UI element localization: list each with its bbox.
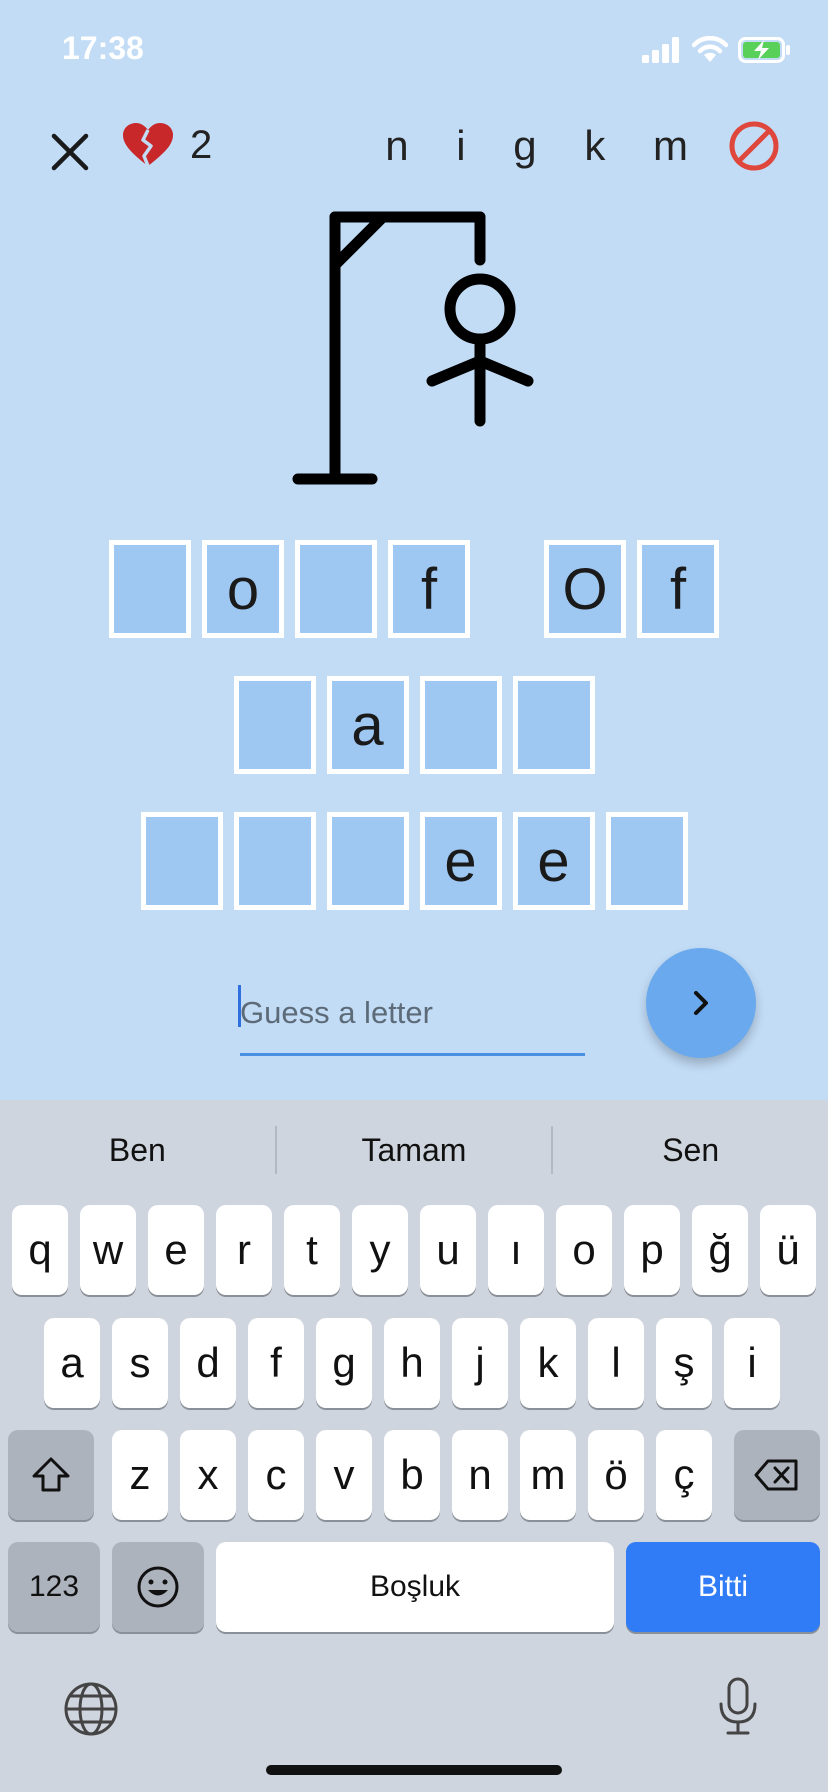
- key[interactable]: o: [556, 1205, 612, 1295]
- key[interactable]: i: [724, 1318, 780, 1408]
- key[interactable]: t: [284, 1205, 340, 1295]
- key[interactable]: ü: [760, 1205, 816, 1295]
- suggestion-item[interactable]: Sen: [553, 1100, 828, 1200]
- letter-tile: [326, 812, 409, 910]
- letter-tile: [512, 676, 595, 774]
- emoji-key[interactable]: [112, 1542, 204, 1632]
- key[interactable]: j: [452, 1318, 508, 1408]
- signal-icon: [642, 37, 679, 63]
- lives-count: 2: [190, 122, 213, 167]
- home-indicator: [266, 1765, 562, 1775]
- word-line-3: e e: [0, 812, 828, 910]
- suggestion-item[interactable]: Ben: [0, 1100, 275, 1200]
- battery-charging-icon: [738, 37, 790, 63]
- letter-tile: f: [637, 540, 719, 638]
- letter-tile: o: [202, 540, 284, 638]
- key[interactable]: m: [520, 1430, 576, 1520]
- hangman-drawing: [292, 211, 534, 485]
- key[interactable]: g: [316, 1318, 372, 1408]
- key[interactable]: b: [384, 1430, 440, 1520]
- guess-field: [238, 975, 585, 1056]
- keyboard: Ben Tamam Sen q w e r t y u ı o p ğ ü a …: [0, 1100, 828, 1792]
- word-line-2: a: [0, 676, 828, 774]
- key[interactable]: v: [316, 1430, 372, 1520]
- key[interactable]: z: [112, 1430, 168, 1520]
- key[interactable]: ö: [588, 1430, 644, 1520]
- key[interactable]: a: [44, 1318, 100, 1408]
- key[interactable]: h: [384, 1318, 440, 1408]
- letter-tile: [233, 812, 316, 910]
- status-time: 17:38: [62, 30, 144, 66]
- letter-tile: [605, 812, 688, 910]
- submit-guess-button[interactable]: [646, 948, 756, 1058]
- done-key[interactable]: Bitti: [626, 1542, 820, 1632]
- key[interactable]: y: [352, 1205, 408, 1295]
- key[interactable]: x: [180, 1430, 236, 1520]
- letter-tile: e: [512, 812, 595, 910]
- missed-letters-area: n i g k m: [385, 120, 780, 172]
- status-bar: 17:38: [0, 0, 828, 100]
- backspace-icon: [754, 1459, 798, 1491]
- key[interactable]: ş: [656, 1318, 712, 1408]
- letter-tile: [295, 540, 377, 638]
- key[interactable]: d: [180, 1318, 236, 1408]
- guess-input[interactable]: [240, 983, 585, 1043]
- status-icons: [642, 36, 792, 64]
- key[interactable]: n: [452, 1430, 508, 1520]
- word-gap: [481, 540, 533, 638]
- letter-tile: [419, 676, 502, 774]
- wifi-icon: [692, 36, 728, 62]
- key[interactable]: q: [12, 1205, 68, 1295]
- space-key[interactable]: Boşluk: [216, 1542, 614, 1632]
- close-icon[interactable]: [46, 128, 94, 176]
- letter-tile: O: [544, 540, 626, 638]
- key[interactable]: k: [520, 1318, 576, 1408]
- key[interactable]: c: [248, 1430, 304, 1520]
- letter-tile: e: [419, 812, 502, 910]
- key[interactable]: u: [420, 1205, 476, 1295]
- key[interactable]: ğ: [692, 1205, 748, 1295]
- globe-icon[interactable]: [62, 1680, 120, 1738]
- key[interactable]: l: [588, 1318, 644, 1408]
- key[interactable]: f: [248, 1318, 304, 1408]
- letter-tile: [140, 812, 223, 910]
- key[interactable]: e: [148, 1205, 204, 1295]
- key[interactable]: s: [112, 1318, 168, 1408]
- suggestion-item[interactable]: Tamam: [277, 1100, 552, 1200]
- letter-tile: [109, 540, 191, 638]
- key[interactable]: ı: [488, 1205, 544, 1295]
- key[interactable]: p: [624, 1205, 680, 1295]
- game-header: 2 n i g k m: [0, 110, 828, 190]
- chevron-right-icon: [694, 991, 708, 1015]
- prohibited-icon: [729, 121, 779, 171]
- emoji-icon: [137, 1566, 179, 1608]
- key[interactable]: r: [216, 1205, 272, 1295]
- backspace-key[interactable]: [734, 1430, 820, 1520]
- shift-key[interactable]: [8, 1430, 94, 1520]
- broken-heart-icon: [123, 123, 173, 167]
- text-caret: [238, 985, 241, 1027]
- microphone-icon[interactable]: [716, 1676, 760, 1738]
- numbers-key[interactable]: 123: [8, 1542, 100, 1632]
- letter-tile: [233, 676, 316, 774]
- key[interactable]: w: [80, 1205, 136, 1295]
- letter-tile: f: [388, 540, 470, 638]
- lives-counter: 2: [122, 122, 212, 168]
- key[interactable]: ç: [656, 1430, 712, 1520]
- suggestion-bar: Ben Tamam Sen: [0, 1100, 828, 1200]
- letter-tile: a: [326, 676, 409, 774]
- shift-arrow-icon: [32, 1457, 70, 1492]
- missed-letters: n i g k m: [385, 122, 706, 169]
- word-line-1: o f O f: [0, 540, 828, 638]
